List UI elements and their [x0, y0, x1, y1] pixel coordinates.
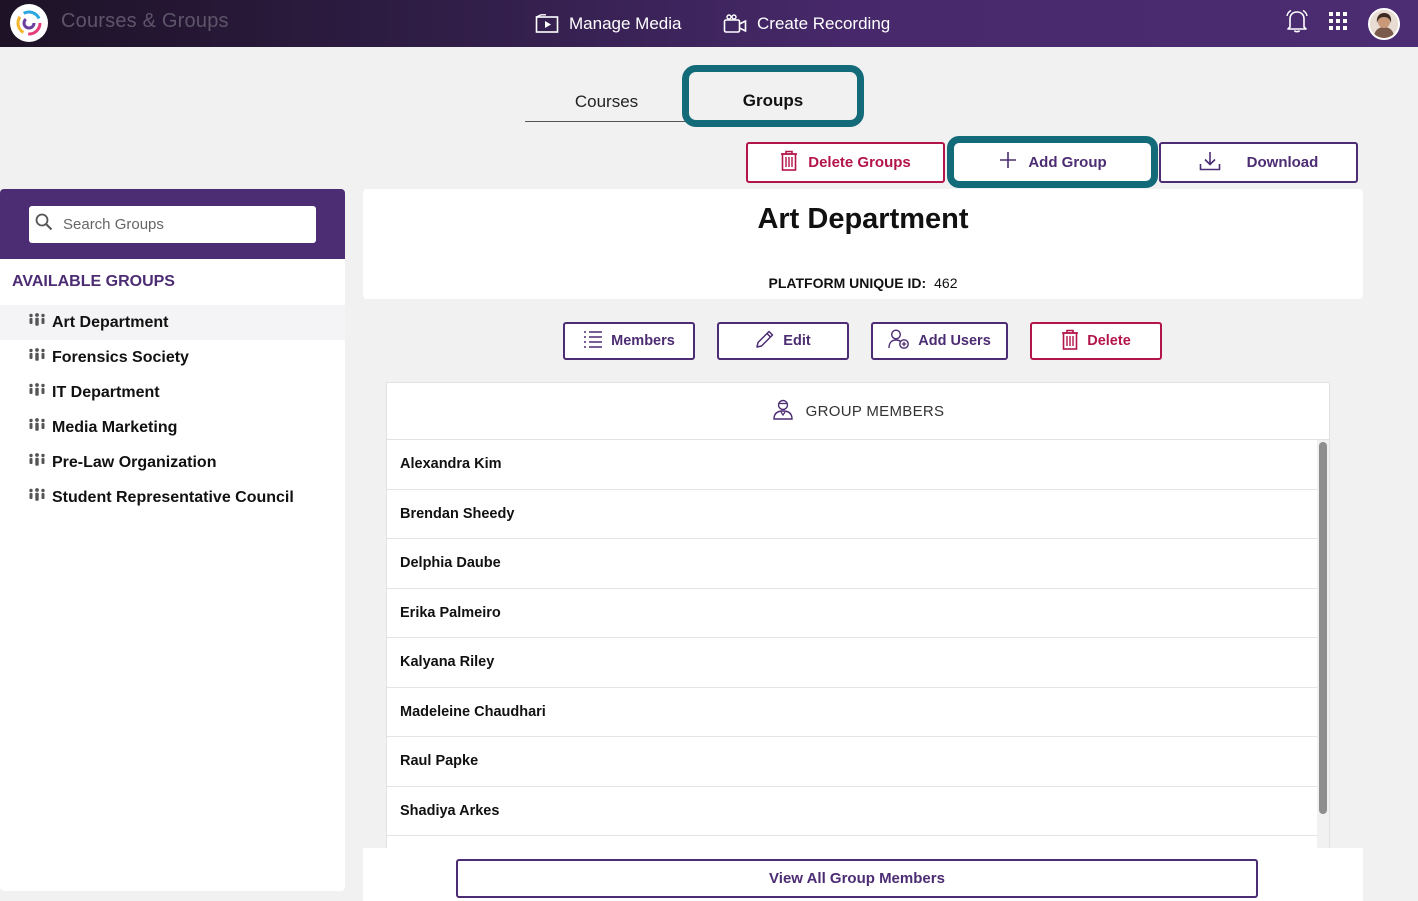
member-row[interactable]: Madeleine Chaudhari — [387, 688, 1317, 737]
members-button[interactable]: Members — [563, 322, 695, 360]
trash-icon — [780, 150, 798, 175]
member-row[interactable]: Delphia Daube — [387, 539, 1317, 589]
platform-unique-id: PLATFORM UNIQUE ID: 462 — [363, 275, 1363, 291]
add-user-icon — [888, 329, 910, 353]
search-box — [29, 206, 316, 243]
group-label: Pre-Law Organization — [52, 453, 217, 471]
group-label: Forensics Society — [52, 348, 189, 366]
people-group-icon — [28, 453, 46, 472]
bell-icon[interactable] — [1286, 9, 1308, 38]
edit-label: Edit — [783, 333, 811, 349]
top-bar: Courses & Groups Manage Media Create Rec… — [0, 0, 1418, 47]
group-label: Media Marketing — [52, 418, 178, 436]
tab-courses[interactable]: Courses — [525, 82, 688, 122]
member-row[interactable]: Shadiya Arkes — [387, 787, 1317, 836]
available-groups-title: AVAILABLE GROUPS — [12, 273, 175, 290]
people-group-icon — [28, 383, 46, 402]
groups-sidebar: AVAILABLE GROUPS Art Department Forensic… — [0, 189, 345, 891]
top-right-icons — [1286, 0, 1400, 47]
member-row[interactable]: Brendan Sheedy — [387, 490, 1317, 539]
people-group-icon — [28, 418, 46, 437]
sidebar-header — [0, 189, 345, 259]
people-group-icon — [28, 348, 46, 367]
plus-icon — [998, 150, 1018, 174]
trash-icon — [1061, 329, 1079, 354]
group-label: Art Department — [52, 313, 169, 331]
delete-groups-label: Delete Groups — [808, 154, 911, 171]
search-icon — [35, 213, 53, 236]
create-recording-link[interactable]: Create Recording — [723, 0, 890, 47]
download-label: Download — [1246, 154, 1319, 171]
search-groups-input[interactable] — [63, 216, 293, 233]
manage-media-link[interactable]: Manage Media — [535, 0, 681, 47]
view-all-members-button[interactable]: View All Group Members — [456, 859, 1258, 898]
sidebar-item-pre-law-organization[interactable]: Pre-Law Organization — [0, 445, 345, 480]
members-label: Members — [611, 333, 675, 349]
video-camera-icon — [723, 13, 747, 34]
puid-value: 462 — [934, 275, 958, 291]
sidebar-item-media-marketing[interactable]: Media Marketing — [0, 410, 345, 445]
delete-group-button[interactable]: Delete — [1030, 322, 1162, 360]
user-avatar[interactable] — [1368, 7, 1400, 40]
group-list: Art Department Forensics Society IT Depa… — [0, 305, 345, 515]
add-users-label: Add Users — [918, 333, 991, 349]
group-label: IT Department — [52, 383, 160, 401]
group-label: Student Representative Council — [52, 488, 294, 506]
member-row[interactable]: Raul Papke — [387, 737, 1317, 787]
list-icon — [583, 330, 603, 352]
member-row[interactable]: Erika Palmeiro — [387, 589, 1317, 638]
app-title: Courses & Groups — [61, 10, 229, 32]
tab-groups[interactable]: Groups — [682, 65, 864, 127]
delete-label: Delete — [1087, 333, 1131, 349]
pencil-icon — [755, 329, 775, 353]
download-button[interactable]: Download — [1159, 142, 1358, 183]
add-group-label: Add Group — [1028, 153, 1107, 171]
edit-button[interactable]: Edit — [717, 322, 849, 360]
members-scrollbar[interactable] — [1317, 440, 1329, 850]
group-members-panel: GROUP MEMBERS Alexandra Kim Brendan Shee… — [386, 382, 1330, 852]
members-scrollbar-thumb[interactable] — [1319, 442, 1327, 814]
member-row[interactable]: Alexandra Kim — [387, 440, 1317, 490]
add-group-button[interactable]: Add Group — [947, 136, 1158, 188]
people-group-icon — [28, 488, 46, 507]
people-group-icon — [28, 313, 46, 332]
group-detail-card: Art Department PLATFORM UNIQUE ID: 462 — [363, 189, 1363, 299]
manage-media-label: Manage Media — [569, 13, 682, 33]
group-members-header: GROUP MEMBERS — [387, 383, 1329, 440]
download-icon — [1199, 151, 1221, 175]
group-title: Art Department — [757, 203, 969, 235]
sidebar-item-student-representative-council[interactable]: Student Representative Council — [0, 480, 345, 515]
puid-label: PLATFORM UNIQUE ID: — [768, 275, 927, 291]
member-row[interactable]: Kalyana Riley — [387, 638, 1317, 688]
sidebar-item-art-department[interactable]: Art Department — [0, 305, 345, 340]
group-members-title: GROUP MEMBERS — [805, 402, 945, 420]
sidebar-item-forensics-society[interactable]: Forensics Society — [0, 340, 345, 375]
media-play-icon — [535, 13, 559, 34]
member-person-icon — [772, 398, 794, 424]
spiral-logo-icon[interactable] — [10, 4, 48, 42]
add-users-button[interactable]: Add Users — [871, 322, 1008, 360]
delete-groups-button[interactable]: Delete Groups — [746, 142, 945, 183]
sidebar-item-it-department[interactable]: IT Department — [0, 375, 345, 410]
app-grid-icon[interactable] — [1328, 11, 1348, 36]
create-recording-label: Create Recording — [757, 13, 891, 33]
